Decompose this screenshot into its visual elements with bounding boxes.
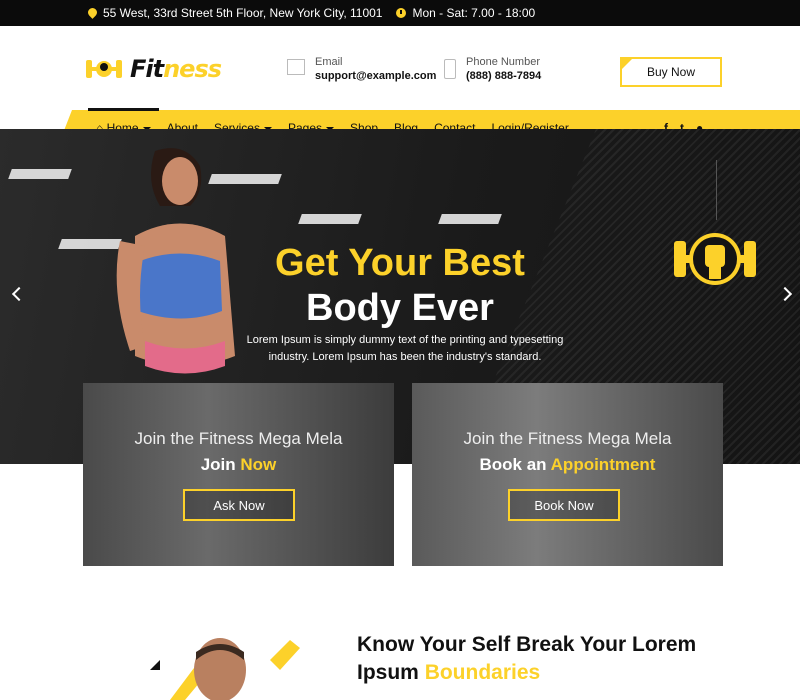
- buy-now-button[interactable]: Buy Now: [620, 57, 722, 87]
- about-heading-line2b: Boundaries: [424, 661, 541, 684]
- promo-card-title-b: Now: [240, 455, 277, 474]
- promo-card-book: Join the Fitness Mega Mela Book an Appoi…: [412, 383, 723, 566]
- phone-icon: [444, 59, 456, 79]
- logo-text-ness: ness: [163, 55, 222, 83]
- dumbbell-fist-badge-icon: [674, 233, 756, 285]
- top-info-bar: 55 West, 33rd Street 5th Floor, New York…: [0, 0, 800, 26]
- athlete-man-image: [150, 638, 300, 700]
- promo-card-title-b: Appointment: [550, 455, 656, 474]
- badge-hanger-line: [716, 160, 717, 220]
- book-now-button[interactable]: Book Now: [508, 489, 620, 521]
- ask-now-button[interactable]: Ask Now: [183, 489, 295, 521]
- map-pin-icon: [88, 8, 97, 19]
- address-item: 55 West, 33rd Street 5th Floor, New York…: [88, 6, 382, 20]
- phone-value[interactable]: (888) 888-7894: [466, 70, 541, 82]
- ceiling-light: [298, 214, 362, 224]
- logo-text-fit: Fit: [130, 55, 164, 83]
- phone-contact: Phone Number (888) 888-7894: [444, 56, 541, 82]
- about-heading-line2: Ipsum Boundaries: [357, 659, 696, 687]
- hero-text: Lorem Ipsum is simply dummy text of the …: [246, 334, 564, 363]
- email-label: Email: [315, 56, 343, 68]
- email-value[interactable]: support@example.com: [315, 70, 436, 82]
- hours-text: Mon - Sat: 7.00 - 18:00: [412, 6, 536, 20]
- envelope-icon: [287, 59, 305, 75]
- about-heading-line1: Know Your Self Break Your Lorem: [357, 633, 697, 656]
- phone-label: Phone Number: [466, 56, 540, 68]
- about-heading: Know Your Self Break Your Lorem Ipsum Bo…: [357, 631, 696, 687]
- ceiling-light: [8, 169, 72, 179]
- about-heading-line2a: Ipsum: [357, 661, 419, 684]
- promo-card-subtitle: Join the Fitness Mega Mela: [463, 429, 672, 448]
- clock-icon: [396, 8, 407, 18]
- promo-card-title-a: Join: [200, 455, 236, 474]
- promo-card-subtitle: Join the Fitness Mega Mela: [134, 429, 343, 448]
- promo-card-title-a: Book an: [479, 455, 547, 474]
- hero-title-line2: Body Ever: [306, 287, 494, 329]
- promo-card-title: Join Now: [83, 455, 394, 475]
- hours-item: Mon - Sat: 7.00 - 18:00: [396, 6, 535, 20]
- promo-card-title: Book an Appointment: [412, 455, 723, 475]
- dumbbell-fist-logo-icon: [86, 60, 122, 78]
- logo[interactable]: Fitness: [84, 54, 222, 84]
- email-contact: Email support@example.com: [287, 56, 436, 82]
- site-header: Fitness Email support@example.com Phone …: [0, 26, 800, 110]
- promo-card-join: Join the Fitness Mega Mela Join Now Ask …: [83, 383, 394, 566]
- ceiling-light: [438, 214, 502, 224]
- address-text: 55 West, 33rd Street 5th Floor, New York…: [103, 6, 383, 20]
